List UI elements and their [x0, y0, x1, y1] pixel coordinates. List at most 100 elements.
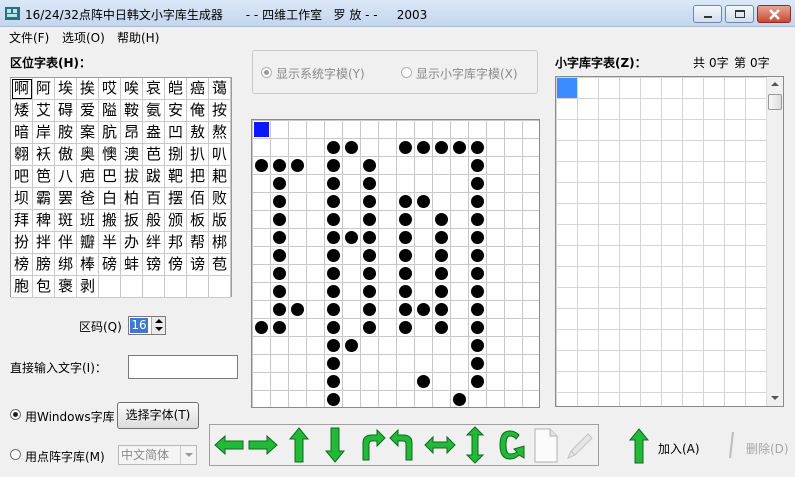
char-cell[interactable]: 唉 [121, 78, 143, 100]
glyph-pixel[interactable] [327, 177, 340, 190]
glyph-cursor[interactable] [254, 122, 269, 137]
char-cell[interactable]: 按 [209, 100, 231, 122]
glyph-pixel[interactable] [327, 159, 340, 172]
char-cell[interactable]: 胺 [55, 122, 77, 144]
glyph-pixel[interactable] [471, 375, 484, 388]
char-cell[interactable]: 膀 [33, 254, 55, 276]
glyph-pixel[interactable] [363, 213, 376, 226]
glyph-pixel[interactable] [399, 303, 412, 316]
use-windows-font-radio[interactable] [10, 409, 21, 420]
glyph-pixel[interactable] [471, 267, 484, 280]
glyph-pixel[interactable] [363, 321, 376, 334]
glyph-pixel[interactable] [291, 159, 304, 172]
char-cell[interactable]: 巴 [99, 166, 121, 188]
glyph-pixel[interactable] [453, 393, 466, 406]
char-cell[interactable]: 耙 [209, 166, 231, 188]
close-button[interactable] [757, 5, 791, 23]
glyph-pixel[interactable] [273, 285, 286, 298]
direct-input-field[interactable] [128, 355, 238, 379]
glyph-pixel[interactable] [435, 285, 448, 298]
char-cell[interactable]: 矮 [11, 100, 33, 122]
char-cell[interactable]: 磅 [99, 254, 121, 276]
char-cell[interactable]: 蚌 [121, 254, 143, 276]
char-cell[interactable]: 隘 [99, 100, 121, 122]
char-cell[interactable]: 败 [209, 188, 231, 210]
char-cell[interactable]: 白 [99, 188, 121, 210]
char-cell[interactable]: 搬 [99, 210, 121, 232]
char-cell[interactable]: 八 [55, 166, 77, 188]
char-cell[interactable]: 哎 [99, 78, 121, 100]
glyph-pixel[interactable] [363, 303, 376, 316]
glyph-pixel[interactable] [399, 141, 412, 154]
char-cell[interactable]: 棒 [77, 254, 99, 276]
glyph-pixel[interactable] [327, 285, 340, 298]
char-cell[interactable]: 碍 [55, 100, 77, 122]
glyph-pixel[interactable] [327, 267, 340, 280]
glyph-pixel[interactable] [471, 231, 484, 244]
glyph-pixel[interactable] [435, 249, 448, 262]
pencil-button[interactable] [562, 425, 596, 465]
glyph-pixel[interactable] [399, 285, 412, 298]
glyph-pixel[interactable] [327, 141, 340, 154]
char-cell[interactable]: 扮 [11, 232, 33, 254]
char-cell[interactable]: 爸 [77, 188, 99, 210]
flip-horizontal-button[interactable] [423, 425, 457, 465]
char-cell[interactable]: 板 [187, 210, 209, 232]
char-cell[interactable]: 疤 [77, 166, 99, 188]
char-cell[interactable]: 剥 [77, 276, 99, 298]
char-cell[interactable]: 罢 [55, 188, 77, 210]
glyph-pixel[interactable] [471, 303, 484, 316]
rotate-left-button[interactable] [353, 425, 387, 465]
spin-down-icon[interactable] [155, 327, 163, 331]
rotate-right-button[interactable] [388, 425, 422, 465]
char-cell[interactable] [187, 276, 209, 298]
char-cell[interactable]: 靶 [165, 166, 187, 188]
char-cell[interactable]: 帮 [187, 232, 209, 254]
code-spinner[interactable]: 16 [128, 316, 166, 335]
char-cell[interactable]: 爱 [77, 100, 99, 122]
scroll-thumb[interactable] [768, 94, 782, 110]
glyph-pixel[interactable] [471, 249, 484, 262]
glyph-pixel[interactable] [417, 195, 430, 208]
glyph-pixel[interactable] [471, 285, 484, 298]
char-cell[interactable]: 霸 [33, 188, 55, 210]
glyph-pixel[interactable] [327, 339, 340, 352]
shift-down-button[interactable] [318, 425, 352, 465]
glyph-pixel[interactable] [363, 285, 376, 298]
char-cell[interactable]: 扒 [187, 144, 209, 166]
vertical-scrollbar[interactable] [766, 77, 783, 406]
glyph-pixel[interactable] [435, 267, 448, 280]
glyph-pixel[interactable] [273, 231, 286, 244]
shift-left-button[interactable] [212, 425, 246, 465]
char-cell[interactable]: 摆 [165, 188, 187, 210]
char-cell[interactable]: 阿 [33, 78, 55, 100]
glyph-pixel[interactable] [471, 159, 484, 172]
glyph-pixel[interactable] [399, 195, 412, 208]
char-cell[interactable]: 案 [77, 122, 99, 144]
glyph-pixel[interactable] [417, 303, 430, 316]
glyph-pixel[interactable] [291, 303, 304, 316]
glyph-pixel[interactable] [345, 339, 358, 352]
char-cell[interactable]: 跋 [143, 166, 165, 188]
char-cell[interactable]: 梆 [209, 232, 231, 254]
glyph-pixel[interactable] [327, 375, 340, 388]
glyph-pixel[interactable] [345, 141, 358, 154]
char-cell[interactable]: 傲 [55, 144, 77, 166]
char-cell[interactable]: 岸 [33, 122, 55, 144]
char-cell[interactable]: 包 [33, 276, 55, 298]
menu-file[interactable]: 文件(F) [9, 29, 49, 46]
char-cell[interactable]: 斑 [55, 210, 77, 232]
char-cell[interactable]: 傍 [165, 254, 187, 276]
scroll-up-icon[interactable] [767, 77, 783, 93]
char-cell[interactable]: 笆 [33, 166, 55, 188]
char-cell[interactable]: 胞 [11, 276, 33, 298]
glyph-pixel[interactable] [435, 303, 448, 316]
char-cell[interactable]: 百 [143, 188, 165, 210]
glyph-pixel[interactable] [327, 195, 340, 208]
glyph-pixel[interactable] [471, 141, 484, 154]
char-cell[interactable]: 懊 [99, 144, 121, 166]
new-glyph-button[interactable] [528, 425, 562, 465]
glyph-pixel[interactable] [435, 141, 448, 154]
char-cell[interactable]: 蔼 [209, 78, 231, 100]
glyph-pixel[interactable] [273, 303, 286, 316]
